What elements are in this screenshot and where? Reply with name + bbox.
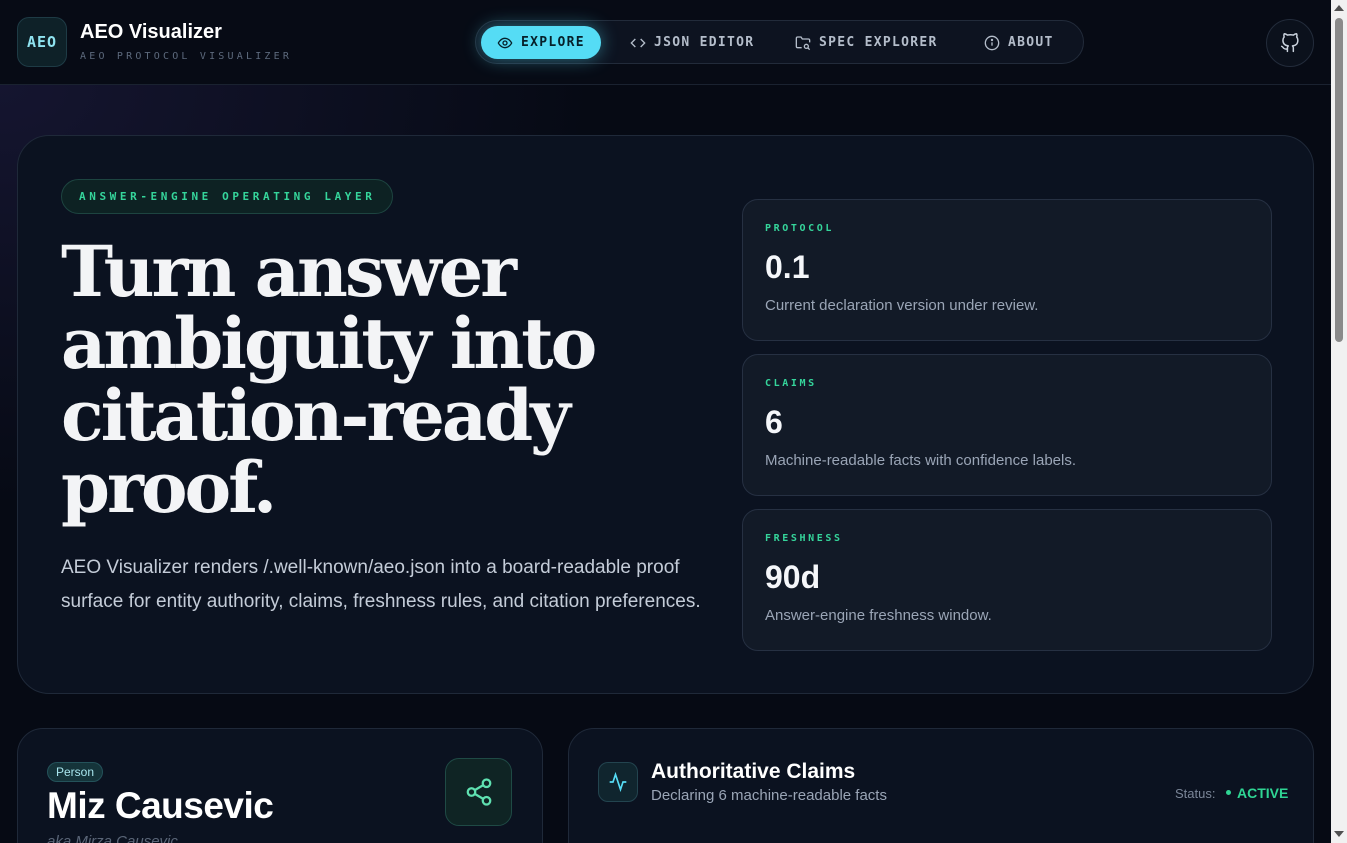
app-subtitle: AEO PROTOCOL VISUALIZER: [80, 51, 293, 62]
nav-spec-explorer-label: SPEC EXPLORER: [819, 35, 938, 50]
stat-description: Current declaration version under review…: [765, 297, 1039, 314]
folder-search-icon: [795, 35, 811, 50]
nav-about[interactable]: ABOUT: [968, 26, 1070, 59]
stat-card-protocol: PROTOCOL 0.1 Current declaration version…: [742, 199, 1272, 341]
nav-spec-explorer[interactable]: SPEC EXPLORER: [779, 26, 954, 59]
nav-explore[interactable]: EXPLORE: [481, 26, 601, 59]
main-nav: EXPLORE JSON EDITOR SPEC EXPLORER ABOUT: [475, 20, 1084, 64]
status-badge: ACTIVE: [1226, 785, 1288, 801]
app-logo[interactable]: AEO: [17, 17, 67, 67]
scroll-down-arrow-icon[interactable]: [1334, 831, 1344, 837]
hero-eyebrow-badge: ANSWER-ENGINE OPERATING LAYER: [61, 179, 394, 214]
app-title: AEO Visualizer: [80, 21, 222, 43]
claims-title: Authoritative Claims: [651, 760, 856, 783]
scroll-up-arrow-icon[interactable]: [1334, 5, 1344, 11]
stat-label: FRESHNESS: [765, 533, 843, 544]
entity-name: Miz Causevic: [47, 785, 274, 826]
stat-description: Answer-engine freshness window.: [765, 607, 992, 624]
claims-icon-box: [598, 762, 638, 802]
entity-aka: aka Mirza Causevic: [47, 833, 178, 843]
hero-headline: Turn answer ambiguity into citation-read…: [61, 230, 597, 529]
status-value: ACTIVE: [1237, 785, 1289, 801]
stat-label: PROTOCOL: [765, 223, 834, 234]
scroll-thumb[interactable]: [1335, 18, 1343, 342]
info-icon: [984, 35, 1000, 50]
github-button[interactable]: [1266, 19, 1314, 67]
nav-explore-label: EXPLORE: [521, 35, 585, 50]
entity-type-badge: Person: [47, 762, 104, 782]
share-icon: [466, 778, 491, 806]
eye-icon: [497, 37, 513, 48]
stat-description: Machine-readable facts with confidence l…: [765, 452, 1077, 469]
stat-value: 0.1: [765, 249, 810, 285]
stat-value: 90d: [765, 559, 821, 595]
claims-card: Authoritative Claims Declaring 6 machine…: [568, 728, 1314, 843]
hero-lead-text: AEO Visualizer renders /.well-known/aeo.…: [61, 557, 701, 612]
stat-card-claims: CLAIMS 6 Machine-readable facts with con…: [742, 354, 1272, 496]
page-scrollbar[interactable]: [1331, 0, 1347, 843]
app-header: AEO AEO Visualizer AEO PROTOCOL VISUALIZ…: [0, 0, 1331, 85]
stat-value: 6: [765, 404, 783, 440]
hero-section: ANSWER-ENGINE OPERATING LAYER Turn answe…: [17, 135, 1314, 694]
stat-card-freshness: FRESHNESS 90d Answer-engine freshness wi…: [742, 509, 1272, 651]
share-button[interactable]: [445, 758, 512, 826]
status-label: Status:: [1175, 786, 1216, 801]
entity-card: Person Miz Causevic aka Mirza Causevic: [17, 728, 543, 843]
stat-label: CLAIMS: [765, 378, 817, 389]
code-icon: [630, 38, 646, 47]
claims-subtitle: Declaring 6 machine-readable facts: [651, 787, 887, 804]
github-icon: [1280, 33, 1299, 53]
nav-json-editor[interactable]: JSON EDITOR: [614, 26, 770, 59]
nav-about-label: ABOUT: [1008, 35, 1054, 50]
activity-icon: [609, 772, 627, 792]
status-dot: [1226, 789, 1231, 795]
nav-json-editor-label: JSON EDITOR: [654, 35, 755, 50]
